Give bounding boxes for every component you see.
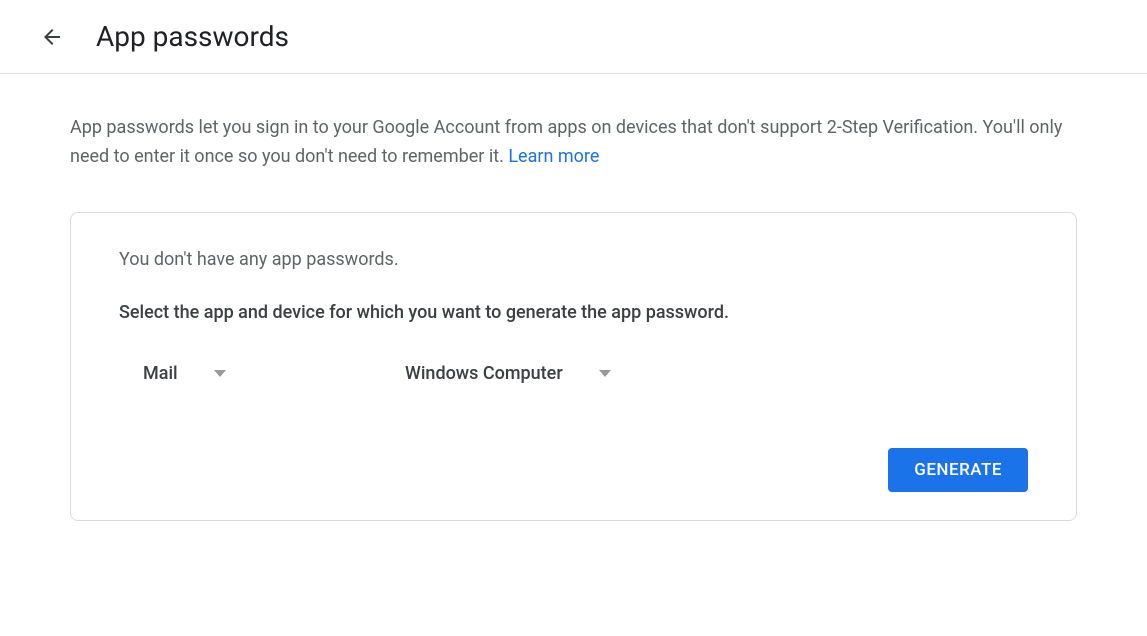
select-device-label: Windows Computer xyxy=(405,363,563,384)
chevron-down-icon xyxy=(214,370,226,377)
back-arrow-icon[interactable] xyxy=(40,25,64,49)
app-passwords-card: You don't have any app passwords. Select… xyxy=(70,212,1077,521)
instruction-text: Select the app and device for which you … xyxy=(119,302,1028,323)
status-text: You don't have any app passwords. xyxy=(119,249,1028,270)
learn-more-link[interactable]: Learn more xyxy=(508,146,599,167)
page-title: App passwords xyxy=(96,20,289,53)
select-app-label: Mail xyxy=(143,363,178,384)
header: App passwords xyxy=(0,0,1147,74)
selects-row: Mail Windows Computer xyxy=(119,355,1028,392)
description-text: App passwords let you sign in to your Go… xyxy=(70,114,1077,172)
select-device-dropdown[interactable]: Windows Computer xyxy=(405,355,611,392)
generate-button[interactable]: GENERATE xyxy=(888,448,1028,492)
select-app-dropdown[interactable]: Mail xyxy=(143,355,373,392)
actions-row: GENERATE xyxy=(119,448,1028,492)
chevron-down-icon xyxy=(599,370,611,377)
content: App passwords let you sign in to your Go… xyxy=(0,74,1147,561)
